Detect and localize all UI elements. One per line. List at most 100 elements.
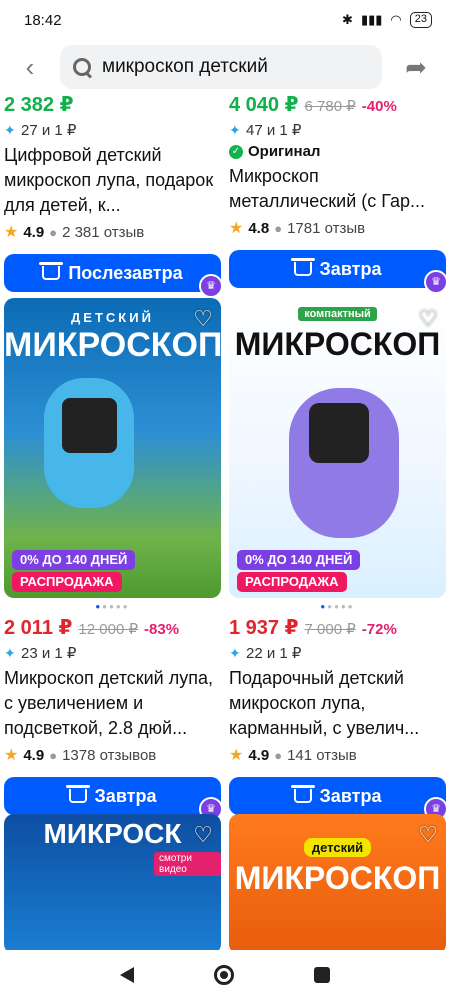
bluetooth-icon: ✱ bbox=[342, 12, 353, 27]
favorite-icon[interactable]: ♡ bbox=[418, 306, 438, 332]
favorite-icon[interactable]: ♡ bbox=[193, 306, 213, 332]
sale-badge: РАСПРОДАЖА bbox=[237, 572, 347, 592]
bonus-text: 47 и 1 ₽ bbox=[246, 122, 302, 139]
screen-illustration bbox=[309, 403, 369, 463]
nav-home-icon[interactable] bbox=[214, 965, 234, 985]
system-nav-bar bbox=[0, 950, 450, 1000]
diamond-icon: ✦ bbox=[4, 644, 16, 661]
delivery-button[interactable]: Завтра ♛ bbox=[229, 777, 448, 821]
star-icon: ★ bbox=[4, 747, 19, 764]
discount: -83% bbox=[144, 621, 180, 638]
comment-icon: ● bbox=[49, 747, 58, 763]
price: 4 040 ₽ bbox=[229, 94, 299, 116]
price-row: 1 937 ₽ 7 000 ₽ -72% bbox=[229, 615, 446, 640]
delivery-label: Завтра bbox=[94, 785, 157, 806]
product-image[interactable]: детский МИКРОСКОП ♡ bbox=[229, 814, 446, 950]
product-card[interactable]: ДЕТСКИЙ МИКРОСКОП ♡ 0% ДО 140 ДНЕЙ РАСПР… bbox=[4, 298, 223, 821]
rating-value: 4.9 bbox=[23, 223, 45, 241]
bonus-points: ✦ 47 и 1 ₽ bbox=[229, 121, 446, 139]
status-icons: ✱ ▮▮▮ ◠ 23 bbox=[342, 12, 432, 28]
art-title: МИКРОСКОП bbox=[4, 326, 221, 364]
art-title: МИКРОСКОП bbox=[234, 326, 441, 362]
price-row: 2 011 ₽ 12 000 ₽ -83% bbox=[4, 615, 221, 640]
product-title[interactable]: Микроскоп детский лупа, с увеличением и … bbox=[4, 666, 221, 741]
delivery-button[interactable]: Завтра ♛ bbox=[4, 777, 223, 821]
search-icon bbox=[72, 57, 92, 77]
price-row: 2 382 ₽ bbox=[4, 92, 221, 117]
price-row: 4 040 ₽ 6 780 ₽ -40% bbox=[229, 92, 446, 117]
art-title: МИКРОСКОП bbox=[234, 860, 441, 896]
comment-icon: ● bbox=[49, 224, 58, 240]
product-card[interactable]: компактный МИКРОСКОП ♡ 0% ДО 140 ДНЕЙ РА… bbox=[229, 298, 448, 821]
search-query: микроскоп детский bbox=[102, 56, 268, 77]
delivery-label: Завтра bbox=[319, 258, 382, 279]
reviews-count: 2 381 отзыв bbox=[62, 223, 145, 241]
discount: -40% bbox=[361, 98, 397, 115]
product-card[interactable]: детский МИКРОСКОП ♡ bbox=[229, 814, 446, 950]
search-header: ‹ микроскоп детский ➦ bbox=[0, 42, 450, 92]
bonus-points: ✦ 27 и 1 ₽ bbox=[4, 121, 221, 139]
nav-back-icon[interactable] bbox=[120, 967, 134, 983]
diamond-icon: ✦ bbox=[229, 121, 241, 138]
product-image[interactable]: МИКРОСК смотри видео ♡ bbox=[4, 814, 221, 950]
delivery-label: Послезавтра bbox=[68, 262, 183, 283]
delivery-label: Завтра bbox=[319, 785, 382, 806]
rating-value: 4.9 bbox=[23, 746, 45, 764]
old-price: 7 000 ₽ bbox=[304, 621, 356, 638]
favorite-icon[interactable]: ♡ bbox=[418, 822, 438, 848]
search-input[interactable]: микроскоп детский bbox=[60, 45, 382, 89]
share-button[interactable]: ➦ bbox=[382, 52, 450, 83]
battery-icon: 23 bbox=[409, 12, 432, 28]
product-title[interactable]: Подарочный детский микроскоп лупа, карма… bbox=[229, 666, 446, 741]
diamond-icon: ✦ bbox=[229, 644, 241, 661]
price: 2 382 ₽ bbox=[4, 94, 74, 116]
rating-row: ★ 4.8 ● 1781 отзыв bbox=[229, 218, 446, 238]
basket-icon bbox=[39, 262, 64, 280]
rating-value: 4.8 bbox=[248, 219, 270, 237]
bonus-text: 22 и 1 ₽ bbox=[246, 645, 302, 662]
product-image[interactable]: ДЕТСКИЙ МИКРОСКОП ♡ 0% ДО 140 ДНЕЙ РАСПР… bbox=[4, 298, 221, 598]
screen-illustration bbox=[62, 398, 117, 453]
comment-icon: ● bbox=[274, 747, 283, 763]
original-badge: ✓ Оригинал bbox=[229, 143, 446, 160]
price: 1 937 ₽ bbox=[229, 617, 299, 639]
product-title[interactable]: Микроскоп металлический (с Гар... bbox=[229, 164, 446, 214]
favorite-icon[interactable]: ♡ bbox=[193, 822, 213, 848]
product-card[interactable]: 4 040 ₽ 6 780 ₽ -40% ✦ 47 и 1 ₽ ✓ Оригин… bbox=[229, 92, 448, 294]
bonus-points: ✦ 22 и 1 ₽ bbox=[229, 644, 446, 662]
star-icon: ★ bbox=[229, 220, 244, 237]
image-pager: ●●●●● bbox=[95, 602, 130, 611]
nav-recents-icon[interactable] bbox=[314, 967, 330, 983]
product-image[interactable]: компактный МИКРОСКОП ♡ 0% ДО 140 ДНЕЙ РА… bbox=[229, 298, 446, 598]
crown-icon: ♛ bbox=[199, 274, 223, 298]
bonus-text: 23 и 1 ₽ bbox=[21, 645, 77, 662]
product-title[interactable]: Цифровой детский микроскоп лупа, подарок… bbox=[4, 143, 221, 218]
delivery-button[interactable]: Завтра ♛ bbox=[229, 250, 448, 294]
rating-row: ★ 4.9 ● 2 381 отзыв bbox=[4, 222, 221, 242]
price: 2 011 ₽ bbox=[4, 617, 73, 639]
basket-icon bbox=[65, 785, 90, 803]
image-pager: ●●●●● bbox=[320, 602, 355, 611]
bonus-points: ✦ 23 и 1 ₽ bbox=[4, 644, 221, 662]
star-icon: ★ bbox=[229, 747, 244, 764]
comment-icon: ● bbox=[274, 220, 283, 236]
wifi-icon: ◠ bbox=[390, 12, 402, 27]
video-label: смотри видео bbox=[154, 852, 221, 876]
product-grid: 2 382 ₽ ✦ 27 и 1 ₽ Цифровой детский микр… bbox=[0, 92, 450, 950]
sale-badge: РАСПРОДАЖА bbox=[12, 572, 122, 592]
original-label: Оригинал bbox=[248, 143, 321, 160]
product-card[interactable]: 2 382 ₽ ✦ 27 и 1 ₽ Цифровой детский микр… bbox=[4, 92, 223, 298]
back-button[interactable]: ‹ bbox=[0, 52, 60, 83]
star-icon: ★ bbox=[4, 224, 19, 241]
reviews-count: 141 отзыв bbox=[287, 746, 357, 764]
rating-value: 4.9 bbox=[248, 746, 270, 764]
delivery-button[interactable]: Послезавтра ♛ bbox=[4, 254, 223, 298]
rating-row: ★ 4.9 ● 1378 отзывов bbox=[4, 745, 221, 765]
product-card[interactable]: МИКРОСК смотри видео ♡ bbox=[4, 814, 221, 950]
status-bar: 18:42 ✱ ▮▮▮ ◠ 23 bbox=[0, 0, 450, 40]
old-price: 12 000 ₽ bbox=[78, 621, 139, 638]
reviews-count: 1781 отзыв bbox=[287, 219, 366, 237]
old-price: 6 780 ₽ bbox=[304, 98, 356, 115]
art-subtitle: компактный bbox=[229, 307, 446, 321]
basket-icon bbox=[290, 258, 315, 276]
